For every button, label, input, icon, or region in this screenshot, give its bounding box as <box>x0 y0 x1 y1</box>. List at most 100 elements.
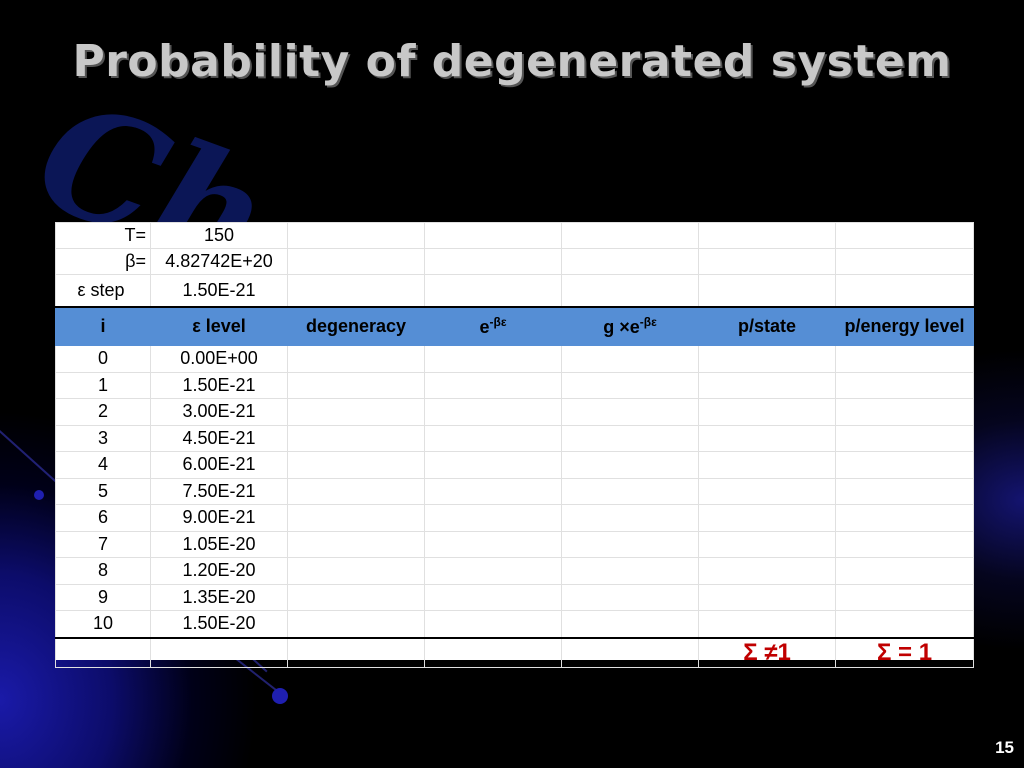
col-header-p-state: p/state <box>698 306 836 346</box>
cell-empty[interactable] <box>424 583 562 611</box>
cell-index[interactable]: 4 <box>55 451 151 479</box>
slide-title: Probability of degenerated system <box>72 36 952 87</box>
cell-empty[interactable] <box>561 451 699 479</box>
cell-index[interactable]: 2 <box>55 398 151 426</box>
cell-empty[interactable] <box>835 371 974 399</box>
cell-empty[interactable] <box>424 530 562 558</box>
cell-empty[interactable] <box>698 477 836 505</box>
cell-empty[interactable] <box>287 504 425 532</box>
cell-empty[interactable] <box>835 451 974 479</box>
param-label: T= <box>55 222 151 249</box>
cell-energy-level[interactable]: 1.50E-21 <box>150 371 288 399</box>
param-row-temperature: T= 150 <box>55 222 974 249</box>
col-header-weighted-base: g ×e <box>603 317 640 337</box>
cell-empty[interactable] <box>287 424 425 452</box>
cell-empty[interactable] <box>835 583 974 611</box>
cell-empty[interactable] <box>835 610 974 639</box>
cell-empty[interactable] <box>698 424 836 452</box>
cell-empty[interactable] <box>698 345 836 373</box>
table-row: 2 3.00E-21 <box>55 398 974 426</box>
cell-empty[interactable] <box>287 398 425 426</box>
table-row: 5 7.50E-21 <box>55 477 974 505</box>
table-row: 3 4.50E-21 <box>55 424 974 452</box>
cell-empty[interactable] <box>835 345 974 373</box>
cell-index[interactable]: 5 <box>55 477 151 505</box>
cell-empty[interactable] <box>424 345 562 373</box>
cell-energy-level[interactable]: 1.35E-20 <box>150 583 288 611</box>
cell-index[interactable]: 1 <box>55 371 151 399</box>
cell-empty[interactable] <box>835 398 974 426</box>
cell-energy-level[interactable]: 6.00E-21 <box>150 451 288 479</box>
param-value[interactable]: 1.50E-21 <box>150 274 288 308</box>
cell-empty[interactable] <box>698 398 836 426</box>
cell-empty[interactable] <box>287 371 425 399</box>
cell-empty[interactable] <box>287 345 425 373</box>
cell-empty[interactable] <box>287 557 425 585</box>
cell-empty[interactable] <box>561 610 699 639</box>
cell-energy-level[interactable]: 4.50E-21 <box>150 424 288 452</box>
cell-index[interactable]: 9 <box>55 583 151 611</box>
col-header-i: i <box>55 306 151 346</box>
cell-empty[interactable] <box>424 504 562 532</box>
cell-empty[interactable] <box>698 610 836 639</box>
cell-energy-level[interactable]: 7.50E-21 <box>150 477 288 505</box>
cell-empty[interactable] <box>698 530 836 558</box>
probability-table: T= 150 β= 4.82742E+20 ε step 1.50E-21 i … <box>55 222 974 668</box>
cell-energy-level[interactable]: 0.00E+00 <box>150 345 288 373</box>
cell-energy-level[interactable]: 9.00E-21 <box>150 504 288 532</box>
cell-empty[interactable] <box>835 504 974 532</box>
cell-empty[interactable] <box>698 557 836 585</box>
cell-empty[interactable] <box>424 424 562 452</box>
cell-empty[interactable] <box>698 371 836 399</box>
cell-empty[interactable] <box>561 530 699 558</box>
cell-empty[interactable] <box>561 424 699 452</box>
cell-empty[interactable] <box>424 610 562 639</box>
col-header-boltzmann-exponent: -βε <box>489 315 507 329</box>
cell-empty[interactable] <box>561 477 699 505</box>
col-header-weighted-exponent: -βε <box>639 315 657 329</box>
page-number: 15 <box>995 738 1014 757</box>
cell-empty[interactable] <box>287 610 425 639</box>
cell-empty[interactable] <box>287 583 425 611</box>
col-header-boltzmann-base: e <box>479 317 490 337</box>
cell-energy-level[interactable]: 1.20E-20 <box>150 557 288 585</box>
cell-empty[interactable] <box>698 583 836 611</box>
param-row-step: ε step 1.50E-21 <box>55 274 974 308</box>
decorative-dot <box>272 688 288 704</box>
cell-empty[interactable] <box>561 345 699 373</box>
cell-empty[interactable] <box>424 451 562 479</box>
cell-empty[interactable] <box>424 557 562 585</box>
cell-empty[interactable] <box>561 583 699 611</box>
cell-empty[interactable] <box>424 477 562 505</box>
cell-empty[interactable] <box>835 477 974 505</box>
param-label: ε step <box>55 274 151 308</box>
cell-empty[interactable] <box>561 504 699 532</box>
cell-empty[interactable] <box>561 557 699 585</box>
param-label: β= <box>55 248 151 275</box>
cell-empty[interactable] <box>561 398 699 426</box>
cell-index[interactable]: 8 <box>55 557 151 585</box>
cell-energy-level[interactable]: 1.50E-20 <box>150 610 288 639</box>
param-value[interactable]: 150 <box>150 222 288 249</box>
cell-index[interactable]: 6 <box>55 504 151 532</box>
cell-index[interactable]: 7 <box>55 530 151 558</box>
param-value[interactable]: 4.82742E+20 <box>150 248 288 275</box>
cell-empty[interactable] <box>287 451 425 479</box>
table-row: 9 1.35E-20 <box>55 583 974 611</box>
cell-empty[interactable] <box>698 504 836 532</box>
cell-index[interactable]: 0 <box>55 345 151 373</box>
cell-empty[interactable] <box>287 530 425 558</box>
cell-empty[interactable] <box>424 371 562 399</box>
cell-index[interactable]: 10 <box>55 610 151 639</box>
cell-energy-level[interactable]: 3.00E-21 <box>150 398 288 426</box>
col-header-p-energy: p/energy level <box>835 306 974 346</box>
cell-energy-level[interactable]: 1.05E-20 <box>150 530 288 558</box>
cell-index[interactable]: 3 <box>55 424 151 452</box>
cell-empty[interactable] <box>424 398 562 426</box>
cell-empty[interactable] <box>561 371 699 399</box>
cell-empty[interactable] <box>698 451 836 479</box>
cell-empty[interactable] <box>835 530 974 558</box>
cell-empty[interactable] <box>835 424 974 452</box>
cell-empty[interactable] <box>287 477 425 505</box>
cell-empty[interactable] <box>835 557 974 585</box>
